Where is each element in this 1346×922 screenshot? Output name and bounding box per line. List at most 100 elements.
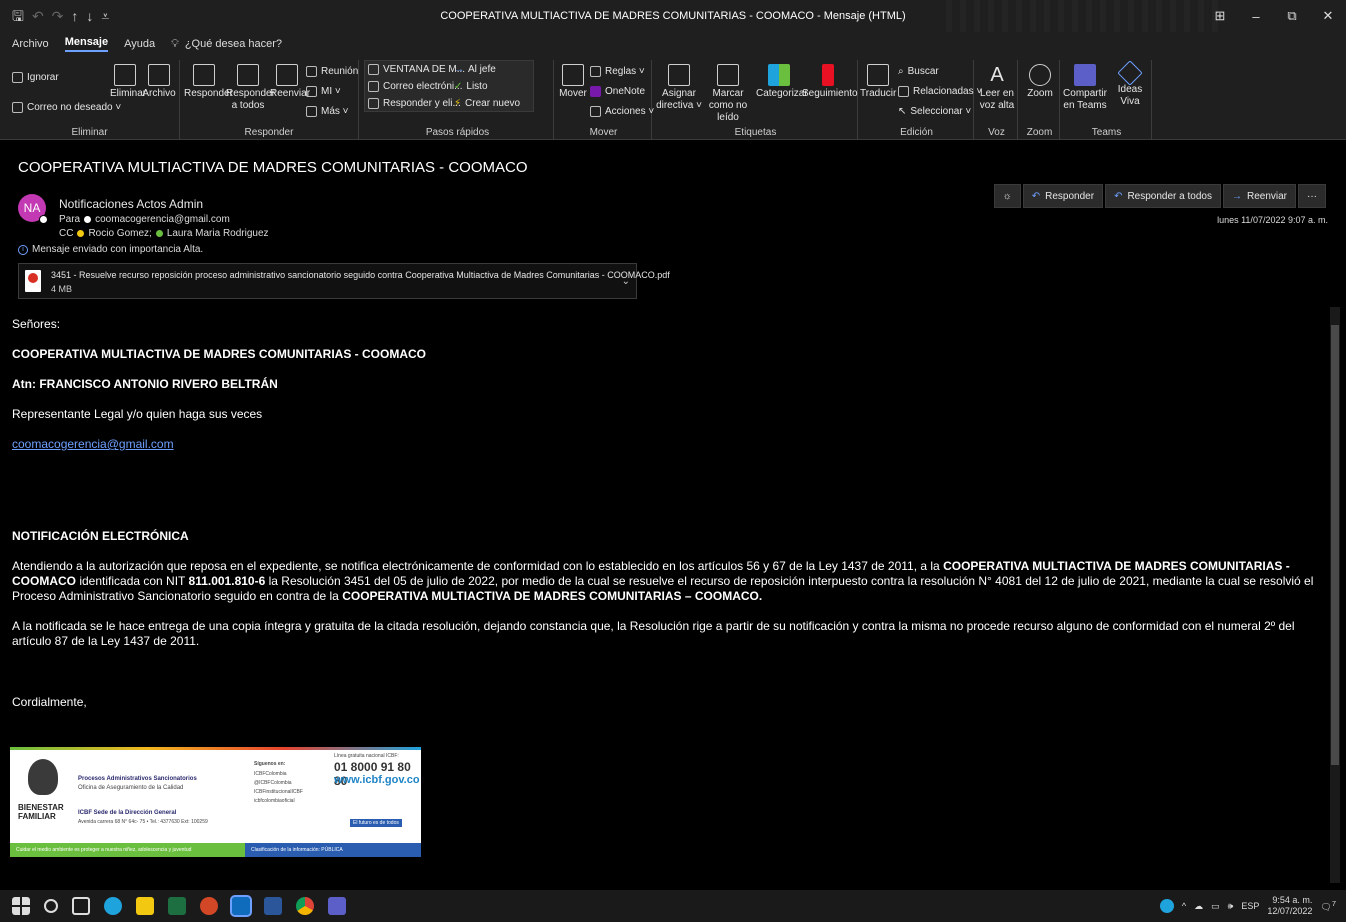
email-link[interactable]: coomacogerencia@gmail.com	[12, 437, 174, 451]
junk-button[interactable]: Correo no deseado ˅	[12, 102, 121, 113]
cc-recipient[interactable]: Laura Maria Rodriguez	[167, 228, 269, 239]
im-button[interactable]: MI ˅	[306, 86, 341, 97]
cloud-icon[interactable]: ☁	[1194, 901, 1203, 912]
scrollbar-thumb[interactable]	[1331, 325, 1339, 765]
mail-icon	[368, 81, 379, 92]
meeting-button[interactable]: Reunión	[306, 66, 358, 77]
social-facebook: ICBFColombia	[254, 771, 287, 777]
actions-button[interactable]: Acciones ˅	[590, 106, 654, 117]
network-icon[interactable]: ▭	[1211, 901, 1220, 912]
minimize-button[interactable]: –	[1238, 9, 1274, 24]
task-view-icon[interactable]	[72, 897, 90, 915]
assign-policy-button[interactable]: Asignar directiva ˅	[656, 64, 702, 112]
signature-subtitle: Oficina de Aseguramiento de la Calidad	[78, 785, 184, 791]
attachment[interactable]: 3451 - Resuelve recurso reposición proce…	[18, 263, 670, 299]
share-teams-button[interactable]: Compartir en Teams	[1062, 64, 1108, 112]
customize-qat-icon[interactable]: ⩡	[101, 9, 109, 23]
icbf-logo-icon	[28, 759, 58, 795]
clock[interactable]: 9:54 a. m. 12/07/2022	[1267, 895, 1312, 917]
close-button[interactable]: ✕	[1310, 8, 1346, 24]
junk-icon	[12, 102, 23, 113]
group-responder: Responder Responder a todos Reenviar Reu…	[180, 60, 359, 140]
read-aloud-button[interactable]: A Leer en voz alta	[978, 64, 1016, 112]
translate-button[interactable]: Traducir	[860, 64, 896, 100]
reply-action-button[interactable]: ↶ Responder	[1022, 184, 1104, 208]
more-respond-button[interactable]: Más ˅	[306, 106, 349, 117]
quick-step-jefe[interactable]: → Al jefe	[454, 64, 496, 75]
reply-button[interactable]: Responder	[184, 64, 233, 100]
windows-start-icon[interactable]	[12, 897, 30, 915]
delete-button[interactable]: Eliminar	[110, 64, 146, 100]
cursor-icon: ↖	[898, 106, 907, 117]
sun-button[interactable]: ☼	[993, 184, 1021, 208]
reply-all-button[interactable]: Responder a todos	[226, 64, 275, 112]
volume-icon[interactable]: 🕪︎	[1228, 901, 1234, 912]
zoom-button[interactable]: Zoom	[1022, 64, 1058, 100]
tab-archivo[interactable]: Archivo	[12, 38, 49, 50]
group-zoom: Zoom Zoom	[1020, 60, 1060, 140]
sender-name[interactable]: Notificaciones Actos Admin	[59, 197, 203, 211]
onenote-button[interactable]: OneNote	[590, 86, 645, 97]
help-icon[interactable]	[1159, 899, 1174, 913]
quick-step-crear[interactable]: ⚡︎ Crear nuevo	[454, 98, 520, 109]
forward-action-button[interactable]: → Reenviar	[1222, 184, 1296, 208]
quick-step-ventana[interactable]: VENTANA DE M...	[368, 64, 465, 75]
attachment-name: 3451 - Resuelve recurso reposición proce…	[51, 270, 670, 280]
outlook-icon[interactable]	[230, 895, 252, 917]
ignore-button[interactable]: Ignorar	[12, 72, 59, 83]
im-icon	[306, 86, 317, 97]
undo-icon[interactable]: ↶	[32, 9, 44, 23]
down-arrow-icon[interactable]: ↓	[86, 9, 93, 23]
mark-unread-button[interactable]: Marcar como no leído	[702, 64, 754, 124]
excel-icon[interactable]	[168, 897, 186, 915]
save-icon[interactable]: 🖫	[12, 9, 24, 23]
chevron-down-icon[interactable]: ⌄	[622, 276, 630, 287]
magnifier-icon	[1029, 64, 1051, 86]
language-indicator[interactable]: ESP	[1241, 901, 1259, 911]
notifications-icon[interactable]: 🗨︎7	[1320, 899, 1336, 913]
trash-icon	[114, 64, 136, 86]
reply-all-action-button[interactable]: ↶ Responder a todos	[1105, 184, 1221, 208]
edge-icon[interactable]	[104, 897, 122, 915]
more-icon	[306, 106, 317, 117]
tell-me-box[interactable]: 💡︎ ¿Qué desea hacer?	[171, 38, 282, 51]
powerpoint-icon[interactable]	[200, 897, 218, 915]
more-actions-button[interactable]: ···	[1298, 184, 1326, 208]
categorize-button[interactable]: Categorizar	[756, 64, 808, 100]
vertical-scrollbar[interactable]	[1330, 307, 1340, 883]
select-button[interactable]: ↖ Seleccionar ˅	[898, 106, 971, 117]
file-explorer-icon[interactable]	[136, 897, 154, 915]
search-icon[interactable]	[44, 899, 58, 913]
word-icon[interactable]	[264, 897, 282, 915]
signature-url[interactable]: www.icbf.gov.co	[334, 774, 420, 786]
related-button[interactable]: Relacionadas ˅	[898, 86, 982, 97]
tab-ayuda[interactable]: Ayuda	[124, 38, 155, 50]
restore-button[interactable]: ⧉	[1274, 8, 1310, 24]
group-mover: Mover Reglas ˅ OneNote Acciones ˅ Mover	[556, 60, 654, 140]
forward-button[interactable]: Reenviar	[270, 64, 310, 100]
chrome-icon[interactable]	[296, 897, 314, 915]
rules-button[interactable]: Reglas ˅	[590, 66, 645, 77]
rules-icon	[590, 66, 601, 77]
chevron-up-icon[interactable]: ^	[1182, 901, 1186, 911]
to-recipient[interactable]: coomacogerencia@gmail.com	[95, 214, 230, 225]
tab-mensaje[interactable]: Mensaje	[64, 36, 109, 52]
archive-button[interactable]: Archivo	[142, 64, 176, 100]
up-arrow-icon[interactable]: ↑	[71, 9, 78, 23]
check-icon: ✓	[454, 81, 463, 92]
quick-step-correo[interactable]: Correo electróni...	[368, 81, 462, 92]
search-button[interactable]: ⌕ Buscar	[898, 66, 939, 77]
signature-futuro: El futuro es de todos	[350, 819, 402, 827]
followup-button[interactable]: Seguimiento	[802, 64, 858, 100]
move-button[interactable]: Mover	[558, 64, 588, 100]
window-controls: ⊞ – ⧉ ✕	[1202, 0, 1346, 32]
redo-icon[interactable]: ↷	[52, 9, 64, 23]
viva-ideas-button[interactable]: Ideas Viva	[1112, 60, 1148, 108]
group-label: Teams	[1091, 127, 1122, 138]
quick-step-listo[interactable]: ✓ Listo	[454, 81, 488, 92]
teams-icon[interactable]	[328, 897, 346, 915]
ribbon-display-icon[interactable]: ⊞	[1202, 8, 1238, 24]
signature-follow: Síguenos en:	[254, 761, 286, 767]
cc-recipient[interactable]: Rocio Gomez;	[88, 228, 151, 239]
quick-step-responder-eliminar[interactable]: Responder y eli...	[368, 98, 461, 109]
